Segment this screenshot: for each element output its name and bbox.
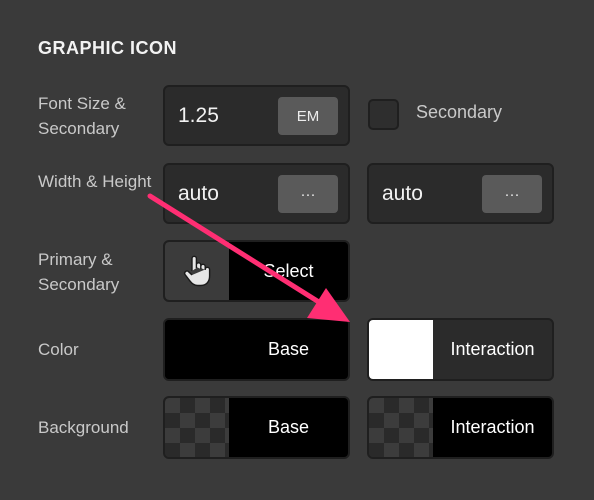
font-size-label: Font Size & Secondary [38, 94, 126, 138]
background-interaction-label: Interaction [450, 417, 535, 437]
background-base-button[interactable]: Base [163, 396, 350, 459]
primary-secondary-label: Primary & Secondary [38, 250, 120, 294]
background-interaction-swatch [369, 398, 433, 457]
secondary-checkbox[interactable] [368, 99, 399, 130]
color-base-button[interactable]: Base [163, 318, 350, 381]
width-input[interactable]: auto [178, 165, 219, 222]
icon-select-label: Select [263, 260, 314, 281]
background-label: Background [38, 418, 129, 437]
height-more-button[interactable]: ··· [482, 175, 542, 213]
section-title: GRAPHIC ICON [38, 38, 178, 58]
font-size-input[interactable]: 1.25 [178, 87, 219, 144]
color-base-swatch [165, 320, 229, 379]
background-base-swatch [165, 398, 229, 457]
font-size-unit-button[interactable]: EM [278, 97, 338, 135]
width-height-label: Width & Height [38, 172, 152, 191]
color-interaction-label: Interaction [450, 339, 535, 359]
height-input[interactable]: auto [382, 165, 423, 222]
color-base-label: Base [267, 339, 310, 359]
font-size-field[interactable]: 1.25 EM [163, 85, 350, 146]
background-base-label: Base [267, 417, 310, 437]
width-field[interactable]: auto ··· [163, 163, 350, 224]
width-more-button[interactable]: ··· [278, 175, 338, 213]
height-field[interactable]: auto ··· [367, 163, 554, 224]
secondary-checkbox-label: Secondary [416, 102, 503, 122]
background-interaction-button[interactable]: Interaction [367, 396, 554, 459]
color-interaction-swatch [369, 320, 433, 379]
color-label: Color [38, 340, 79, 359]
color-interaction-button[interactable]: Interaction [367, 318, 554, 381]
hand-pointer-icon [165, 242, 229, 300]
icon-select-button[interactable]: Select [163, 240, 350, 302]
